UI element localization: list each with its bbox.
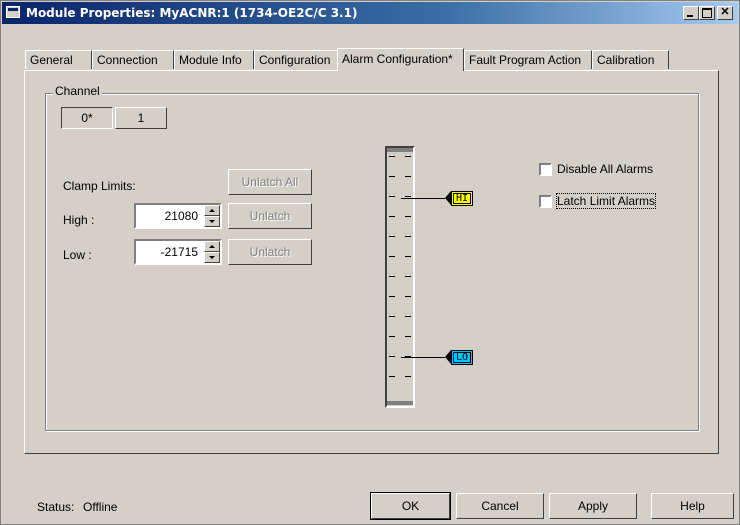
hi-marker-line <box>401 198 445 199</box>
help-button[interactable]: Help <box>651 493 734 519</box>
disable-all-alarms-checkbox[interactable] <box>539 163 552 176</box>
gauge-tick-left <box>389 316 395 317</box>
alarm-gauge <box>385 146 415 408</box>
gauge-tick-right <box>405 256 411 257</box>
gauge-tick-right <box>405 236 411 237</box>
tab-connection[interactable]: Connection <box>92 50 174 69</box>
module-properties-dialog: Module Properties: MyACNR:1 (1734-OE2C/C… <box>0 0 740 525</box>
tab-general[interactable]: General <box>25 50 92 69</box>
close-button[interactable]: ✕ <box>717 6 733 20</box>
tab-module-info[interactable]: Module Info <box>174 50 254 69</box>
spin-down-icon[interactable] <box>204 216 220 227</box>
apply-button[interactable]: Apply <box>549 493 637 519</box>
tab-fault-program-action[interactable]: Fault Program Action <box>464 50 592 69</box>
gauge-tick-left <box>389 176 395 177</box>
tab-configuration[interactable]: Configuration <box>254 50 338 69</box>
latch-limit-alarms-label[interactable]: Latch Limit Alarms <box>555 193 657 209</box>
clamp-limits-label: Clamp Limits: <box>63 179 136 193</box>
gauge-tick-right <box>405 216 411 217</box>
gauge-tick-right <box>405 276 411 277</box>
gauge-top-cap <box>387 148 413 152</box>
minimize-button[interactable] <box>683 6 699 20</box>
gauge-tick-right <box>405 196 411 197</box>
low-limit-field[interactable]: -21715 <box>134 239 222 265</box>
tab-calibration[interactable]: Calibration <box>592 50 669 69</box>
window-app-icon <box>6 6 20 18</box>
unlatch-high-button[interactable]: Unlatch <box>228 203 312 229</box>
maximize-button[interactable] <box>699 6 715 20</box>
gauge-tick-left <box>389 376 395 377</box>
spin-up-icon[interactable] <box>204 241 220 252</box>
gauge-tick-right <box>405 376 411 377</box>
high-limit-field[interactable]: 21080 <box>134 203 222 229</box>
gauge-tick-left <box>389 256 395 257</box>
gauge-tick-left <box>389 156 395 157</box>
gauge-tick-right <box>405 336 411 337</box>
gauge-tick-right <box>405 316 411 317</box>
close-icon: ✕ <box>720 6 730 18</box>
ok-button[interactable]: OK <box>370 492 451 520</box>
unlatch-low-button[interactable]: Unlatch <box>228 239 312 265</box>
gauge-tick-right <box>405 296 411 297</box>
tab-alarm-configuration[interactable]: Alarm Configuration* <box>337 48 464 71</box>
disable-all-alarms-label[interactable]: Disable All Alarms <box>557 162 653 176</box>
channel-0-button[interactable]: 0* <box>61 107 113 129</box>
hi-alarm-tag[interactable]: HI <box>445 191 473 206</box>
gauge-tick-left <box>389 276 395 277</box>
low-limit-spinner[interactable] <box>204 241 220 263</box>
gauge-tick-left <box>389 216 395 217</box>
gauge-tick-left <box>389 296 395 297</box>
high-limit-value: 21080 <box>164 209 198 223</box>
high-label: High : <box>63 213 95 227</box>
gauge-tick-left <box>389 236 395 237</box>
gauge-tick-left <box>389 196 395 197</box>
gauge-tick-right <box>405 176 411 177</box>
spin-down-icon[interactable] <box>204 252 220 263</box>
window-title: Module Properties: MyACNR:1 (1734-OE2C/C… <box>26 6 358 20</box>
gauge-bottom-cap <box>387 401 413 405</box>
lo-alarm-tag[interactable]: LO <box>445 350 473 365</box>
hi-tag-label: HI <box>452 193 472 204</box>
low-label: Low : <box>63 248 92 262</box>
latch-limit-alarms-checkbox[interactable] <box>539 195 552 208</box>
low-limit-value: -21715 <box>160 245 198 259</box>
channel-1-button[interactable]: 1 <box>115 107 167 129</box>
unlatch-all-button[interactable]: Unlatch All <box>228 169 312 195</box>
spin-up-icon[interactable] <box>204 205 220 216</box>
high-limit-spinner[interactable] <box>204 205 220 227</box>
lo-marker-line <box>401 357 445 358</box>
cancel-button[interactable]: Cancel <box>456 493 544 519</box>
status-value: Offline <box>83 500 118 514</box>
channel-group-label: Channel <box>53 84 102 98</box>
title-bar[interactable]: Module Properties: MyACNR:1 (1734-OE2C/C… <box>2 2 738 24</box>
gauge-tick-left <box>389 336 395 337</box>
status-label: Status: <box>37 500 75 514</box>
gauge-tick-left <box>389 356 395 357</box>
lo-tag-label: LO <box>452 352 472 363</box>
gauge-tick-right <box>405 156 411 157</box>
